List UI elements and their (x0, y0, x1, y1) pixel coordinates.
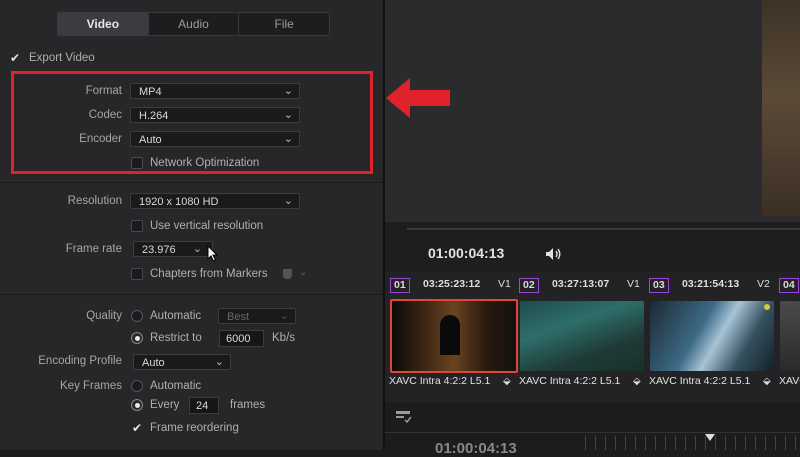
highlight-frame (11, 71, 373, 174)
frame-rate-label: Frame rate (65, 243, 122, 255)
clip-timecode: 03:25:23:12 (423, 278, 481, 290)
tab-video[interactable]: Video (58, 13, 149, 35)
export-video-label: Export Video (29, 52, 95, 64)
chapters-checkbox[interactable] (131, 268, 143, 280)
chapters-label: Chapters from Markers (150, 268, 268, 280)
keyframes-every-radio[interactable] (131, 399, 143, 411)
vertical-resolution-checkbox[interactable] (131, 220, 143, 232)
playhead-icon[interactable] (705, 434, 715, 441)
tab-file[interactable]: File (239, 13, 329, 35)
key-frames-label: Key Frames (60, 380, 122, 392)
clip-number: 01 (390, 278, 410, 293)
quality-preset-dropdown[interactable]: Best ⌄ (218, 308, 296, 324)
clip-link-icon[interactable]: ⬙ (503, 376, 511, 387)
chevron-down-icon[interactable]: ⌄ (299, 264, 307, 282)
quality-label: Quality (86, 310, 122, 322)
marker-color-icon[interactable] (283, 269, 292, 279)
timeline-bottom: 01:00:04:13 (385, 402, 800, 457)
clip-list-icon[interactable] (395, 410, 413, 424)
timeline-header: 01:00:04:13 (385, 222, 800, 272)
clip-thumbnail[interactable] (780, 301, 800, 371)
resolution-dropdown[interactable]: 1920 x 1080 HD ⌄ (130, 193, 300, 209)
clip-thumbnail[interactable] (390, 299, 518, 373)
clip-name: XAVC Intra 4:2:2 L5.1 (519, 375, 621, 387)
clip-number: 03 (649, 278, 669, 293)
chevron-down-icon: ⌄ (279, 310, 289, 322)
resolution-value: 1920 x 1080 HD (139, 196, 219, 208)
clip-thumbnail[interactable] (650, 301, 774, 371)
scrub-bar[interactable] (407, 228, 800, 230)
frame-rate-dropdown[interactable]: 23.976 ⌄ (133, 241, 213, 257)
bitrate-input[interactable]: 6000 (219, 330, 264, 347)
keyframes-automatic-label: Automatic (150, 380, 202, 392)
figure-silhouette (440, 315, 460, 355)
keyframes-unit: frames (230, 399, 266, 411)
speaker-icon[interactable] (545, 247, 563, 261)
encoding-profile-label: Encoding Profile (38, 355, 122, 367)
bitrate-unit: Kb/s (272, 332, 296, 344)
quality-restrict-label: Restrict to (150, 332, 202, 344)
bottom-timecode: 01:00:04:13 (435, 440, 517, 457)
frame-reordering-checkbox[interactable]: ✔ (131, 422, 143, 434)
clip-timecode: 03:27:13:07 (552, 278, 610, 290)
clip-name: XAVC Intra 4:2:2 L5.1 (649, 375, 751, 387)
quality-restrict-radio[interactable] (131, 332, 143, 344)
timeline-timecode: 01:00:04:13 (428, 245, 505, 261)
chevron-down-icon: ⌄ (192, 243, 202, 255)
clip-number: 02 (519, 278, 539, 293)
quality-preset-value: Best (227, 311, 250, 323)
clips-area: 01 03:25:23:12 V1 XAVC Intra 4:2:2 L5.1 … (385, 272, 800, 402)
clip-thumbnail[interactable] (520, 301, 644, 371)
keyframes-every-input[interactable]: 24 (189, 397, 219, 414)
clip-link-icon[interactable]: ⬙ (633, 376, 641, 387)
clip-track: V1 (498, 278, 511, 290)
quality-automatic-label: Automatic (150, 310, 202, 322)
frame-reordering-label: Frame reordering (150, 422, 239, 434)
keyframes-every-label: Every (150, 399, 180, 411)
red-arrow-icon (386, 78, 450, 118)
frame-rate-value: 23.976 (142, 244, 176, 256)
clip-name: XAVC Intra 4:2:2 L5.1 (389, 375, 491, 387)
tab-audio[interactable]: Audio (149, 13, 240, 35)
keyframes-automatic-radio[interactable] (131, 380, 143, 392)
encoding-profile-dropdown[interactable]: Auto ⌄ (133, 354, 231, 370)
encoding-profile-value: Auto (142, 357, 165, 369)
chevron-down-icon: ⌄ (214, 356, 224, 368)
clip-flag-icon (764, 304, 770, 310)
viewer-frame-image (762, 0, 800, 216)
divider (0, 182, 383, 183)
clip-track: V2 (757, 278, 770, 290)
chevron-down-icon: ⌄ (283, 195, 293, 207)
resolution-label: Resolution (67, 195, 122, 207)
timeline-ruler[interactable] (585, 436, 800, 450)
quality-automatic-radio[interactable] (131, 310, 143, 322)
vertical-resolution-label: Use vertical resolution (150, 220, 264, 232)
clip-timecode: 03:21:54:13 (682, 278, 740, 290)
clip-track: V1 (627, 278, 640, 290)
clip-number: 04 (779, 278, 799, 293)
clip-name: XAVC I (779, 375, 800, 387)
render-settings-panel: Video Audio File ✔ Export Video Format M… (0, 0, 385, 450)
render-tabs: Video Audio File (57, 12, 330, 36)
export-video-checkbox[interactable]: ✔ (9, 52, 21, 64)
divider (385, 432, 800, 433)
mouse-cursor-icon (207, 245, 219, 262)
divider (0, 294, 383, 295)
clip-link-icon[interactable]: ⬙ (763, 376, 771, 387)
